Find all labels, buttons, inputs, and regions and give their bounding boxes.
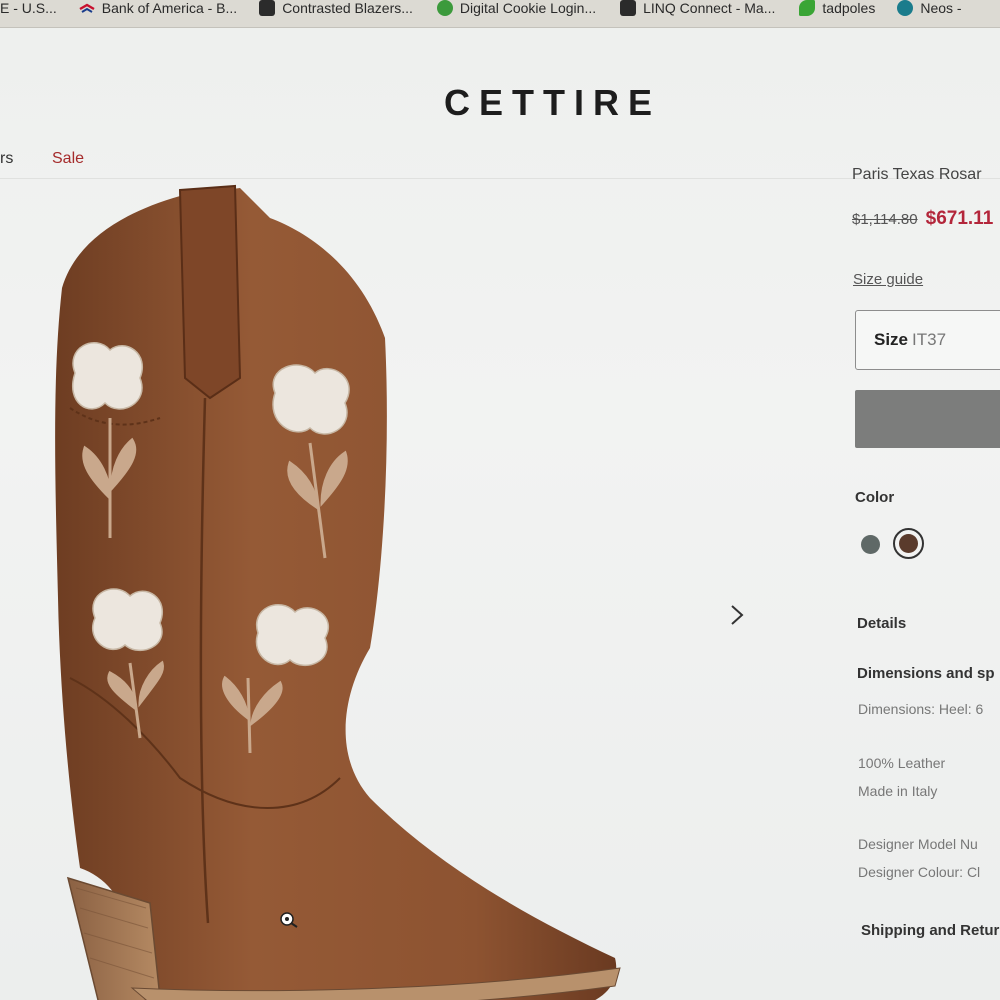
bookmark-label: E - U.S... bbox=[0, 0, 57, 16]
bookmark-label: Digital Cookie Login... bbox=[459, 0, 597, 16]
bookmark-item[interactable]: tadpoles bbox=[799, 0, 875, 16]
original-price: $1,114.80 bbox=[852, 211, 918, 228]
nav-item-sale[interactable]: Sale bbox=[52, 150, 84, 168]
color-swatch-brown[interactable] bbox=[899, 534, 918, 553]
product-title: Paris Texas Rosar bbox=[852, 166, 982, 183]
site-logo[interactable]: CETTIRE bbox=[444, 82, 661, 124]
sale-price: $671.11 bbox=[925, 208, 994, 229]
next-image-chevron-icon[interactable] bbox=[726, 600, 748, 630]
girl-scouts-icon bbox=[436, 0, 453, 16]
bookmark-item[interactable]: LINQ Connect - Ma... bbox=[620, 0, 775, 16]
boot-illustration bbox=[55, 184, 621, 1000]
dimensions-text: Dimensions: Heel: 6 bbox=[858, 701, 984, 717]
bookmark-item[interactable]: Bank of America - B... bbox=[79, 0, 237, 16]
bookmark-label: Neos - bbox=[920, 0, 962, 16]
product-page: CETTIRE rs Sale Paris Texas Rosar $1,114… bbox=[0, 28, 1000, 1000]
shipping-returns-heading[interactable]: Shipping and Retur bbox=[861, 922, 999, 939]
bookmark-item[interactable]: Digital Cookie Login... bbox=[436, 0, 597, 16]
bookmark-item[interactable]: E - U.S... bbox=[0, 0, 57, 16]
price-row: $1,114.80 $671.11 ( bbox=[852, 208, 1000, 230]
bookmark-label: Contrasted Blazers... bbox=[282, 0, 413, 16]
bank-of-america-icon bbox=[79, 3, 95, 13]
size-selector[interactable]: Size IT37 bbox=[855, 310, 1000, 370]
mouse-cursor-icon bbox=[280, 912, 298, 928]
product-image[interactable] bbox=[40, 178, 640, 1000]
designer-colour-text: Designer Colour: Cl bbox=[858, 864, 981, 880]
bookmarks-bar: E - U.S... Bank of America - B... Contra… bbox=[0, 0, 1000, 28]
neos-icon bbox=[897, 0, 914, 16]
size-label: Size bbox=[874, 330, 909, 349]
material-text: 100% Leather bbox=[858, 755, 946, 771]
details-heading[interactable]: Details bbox=[857, 615, 906, 632]
tadpoles-icon bbox=[799, 0, 816, 16]
bookmark-label: LINQ Connect - Ma... bbox=[643, 0, 776, 16]
bookmark-label: tadpoles bbox=[822, 0, 876, 16]
color-label: Color bbox=[855, 489, 895, 506]
dimensions-heading[interactable]: Dimensions and sp bbox=[857, 665, 995, 682]
bookmark-item[interactable]: Neos - bbox=[897, 0, 962, 16]
color-swatch-grey[interactable] bbox=[861, 535, 880, 554]
model-number-text: Designer Model Nu bbox=[858, 836, 978, 852]
size-value: IT37 bbox=[912, 330, 947, 349]
nav-item-partial[interactable]: rs bbox=[0, 150, 13, 168]
bookmark-label: Bank of America - B... bbox=[101, 0, 238, 16]
linq-icon bbox=[620, 0, 637, 16]
bookmark-item[interactable]: Contrasted Blazers... bbox=[259, 0, 413, 16]
origin-text: Made in Italy bbox=[858, 783, 938, 799]
size-guide-link[interactable]: Size guide bbox=[853, 271, 923, 288]
add-to-bag-button[interactable] bbox=[855, 390, 1000, 448]
bookmark-page-icon bbox=[259, 0, 276, 16]
